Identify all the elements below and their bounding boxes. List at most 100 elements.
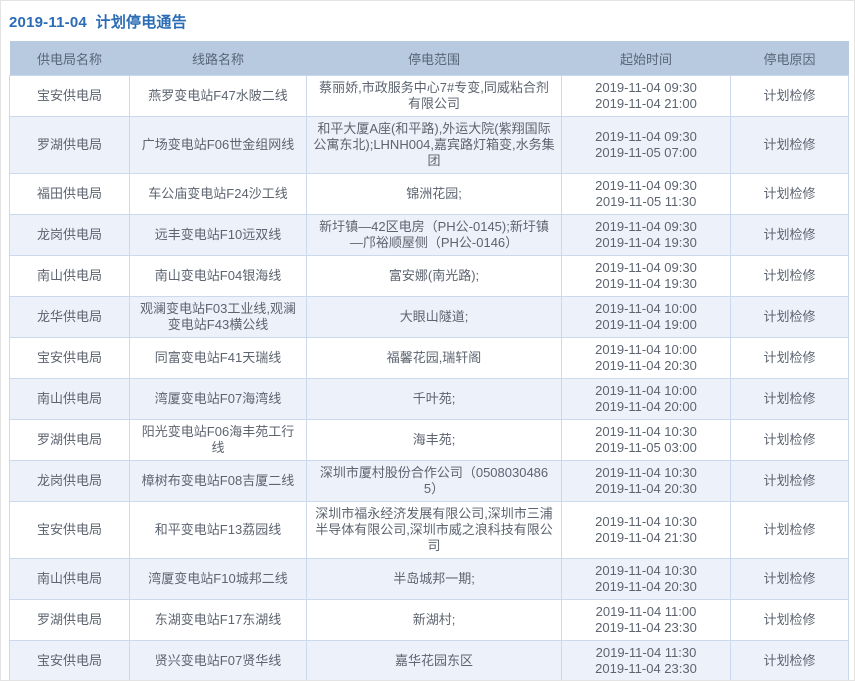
time-start: 2019-11-04 09:30 [568, 219, 724, 235]
table-header-row: 供电局名称 线路名称 停电范围 起始时间 停电原因 [10, 41, 849, 76]
line-cell: 湾厦变电站F07海湾线 [130, 379, 307, 420]
line-cell: 远丰变电站F10远双线 [130, 215, 307, 256]
bureau-cell: 罗湖供电局 [10, 117, 130, 174]
time-cell: 2019-11-04 11:302019-11-04 23:30 [562, 641, 731, 681]
table-row: 龙岗供电局樟树布变电站F08吉厦二线深圳市厦村股份合作公司（0508030486… [10, 461, 849, 502]
bureau-cell: 龙华供电局 [10, 297, 130, 338]
time-cell: 2019-11-04 09:302019-11-04 19:30 [562, 215, 731, 256]
scope-cell: 千叶苑; [307, 379, 562, 420]
bureau-cell: 宝安供电局 [10, 641, 130, 681]
reason-cell: 计划检修 [731, 461, 849, 502]
time-start: 2019-11-04 10:00 [568, 383, 724, 399]
bureau-cell: 南山供电局 [10, 559, 130, 600]
time-end: 2019-11-05 07:00 [568, 145, 724, 161]
line-cell: 观澜变电站F03工业线,观澜变电站F43横公线 [130, 297, 307, 338]
time-end: 2019-11-04 19:30 [568, 276, 724, 292]
scope-cell: 海丰苑; [307, 420, 562, 461]
reason-cell: 计划检修 [731, 174, 849, 215]
reason-cell: 计划检修 [731, 117, 849, 174]
scope-cell: 福馨花园,瑞轩阁 [307, 338, 562, 379]
table-row: 罗湖供电局东湖变电站F17东湖线新湖村;2019-11-04 11:002019… [10, 600, 849, 641]
line-cell: 贤兴变电站F07贤华线 [130, 641, 307, 681]
bureau-cell: 宝安供电局 [10, 338, 130, 379]
bureau-cell: 龙岗供电局 [10, 215, 130, 256]
time-cell: 2019-11-04 09:302019-11-04 21:00 [562, 76, 731, 117]
time-end: 2019-11-04 20:30 [568, 579, 724, 595]
page: 2019-11-04 计划停电通告 供电局名称 线路名称 停电范围 起始时间 停… [0, 0, 855, 681]
time-cell: 2019-11-04 10:302019-11-04 21:30 [562, 502, 731, 559]
column-header-scope: 停电范围 [307, 41, 562, 76]
column-header-time: 起始时间 [562, 41, 731, 76]
time-cell: 2019-11-04 09:302019-11-05 11:30 [562, 174, 731, 215]
scope-cell: 大眼山隧道; [307, 297, 562, 338]
reason-cell: 计划检修 [731, 641, 849, 681]
reason-cell: 计划检修 [731, 559, 849, 600]
time-start: 2019-11-04 10:00 [568, 301, 724, 317]
time-start: 2019-11-04 09:30 [568, 129, 724, 145]
table-row: 福田供电局车公庙变电站F24沙工线锦洲花园;2019-11-04 09:3020… [10, 174, 849, 215]
table-body: 宝安供电局 燕罗变电站F47水陂二线蔡丽娇,市政服务中心7#专变,同威粘合剂有限公… [10, 76, 849, 681]
scope-cell: 嘉华花园东区 [307, 641, 562, 681]
bureau-cell: 龙岗供电局 [10, 461, 130, 502]
time-cell: 2019-11-04 10:302019-11-04 20:30 [562, 559, 731, 600]
scope-cell: 新湖村; [307, 600, 562, 641]
scope-cell: 锦洲花园; [307, 174, 562, 215]
time-start: 2019-11-04 09:30 [568, 80, 724, 96]
bureau-cell: 宝安供电局 [10, 502, 130, 559]
table-row: 宝安供电局贤兴变电站F07贤华线嘉华花园东区2019-11-04 11:3020… [10, 641, 849, 681]
reason-cell: 计划检修 [731, 600, 849, 641]
table-row: 宝安供电局燕罗变电站F47水陂二线蔡丽娇,市政服务中心7#专变,同威粘合剂有限公… [10, 76, 849, 117]
time-end: 2019-11-04 20:00 [568, 399, 724, 415]
table-row: 罗湖供电局广场变电站F06世金组网线和平大厦A座(和平路),外运大院(紫翔国际公… [10, 117, 849, 174]
time-start: 2019-11-04 10:30 [568, 424, 724, 440]
time-start: 2019-11-04 11:00 [568, 604, 724, 620]
line-cell: 和平变电站F13荔园线 [130, 502, 307, 559]
scope-cell: 蔡丽娇,市政服务中心7#专变,同威粘合剂有限公司 [307, 76, 562, 117]
bureau-cell: 罗湖供电局 [10, 420, 130, 461]
page-title: 2019-11-04 计划停电通告 [1, 1, 854, 41]
time-start: 2019-11-04 09:30 [568, 178, 724, 194]
scope-cell: 深圳市福永经济发展有限公司,深圳市三浦半导体有限公司,深圳市威之浪科技有限公司 [307, 502, 562, 559]
column-header-bureau: 供电局名称 [10, 41, 130, 76]
scope-cell: 富安娜(南光路); [307, 256, 562, 297]
time-cell: 2019-11-04 09:302019-11-04 19:30 [562, 256, 731, 297]
line-cell: 湾厦变电站F10城邦二线 [130, 559, 307, 600]
bureau-cell: 福田供电局 [10, 174, 130, 215]
bureau-cell: 南山供电局 [10, 379, 130, 420]
time-end: 2019-11-04 23:30 [568, 620, 724, 636]
line-cell: 阳光变电站F06海丰苑工行线 [130, 420, 307, 461]
line-cell: 同富变电站F41天瑞线 [130, 338, 307, 379]
line-cell: 樟树布变电站F08吉厦二线 [130, 461, 307, 502]
reason-cell: 计划检修 [731, 76, 849, 117]
outage-table: 供电局名称 线路名称 停电范围 起始时间 停电原因 宝安供电局 燕罗变电站F47水… [9, 41, 849, 681]
time-start: 2019-11-04 10:30 [568, 514, 724, 530]
time-end: 2019-11-04 20:30 [568, 358, 724, 374]
time-end: 2019-11-04 19:00 [568, 317, 724, 333]
bureau-cell: 罗湖供电局 [10, 600, 130, 641]
time-start: 2019-11-04 10:30 [568, 465, 724, 481]
time-cell: 2019-11-04 10:302019-11-04 20:30 [562, 461, 731, 502]
table-row: 罗湖供电局阳光变电站F06海丰苑工行线海丰苑;2019-11-04 10:302… [10, 420, 849, 461]
time-cell: 2019-11-04 09:302019-11-05 07:00 [562, 117, 731, 174]
line-cell: 车公庙变电站F24沙工线 [130, 174, 307, 215]
column-header-reason: 停电原因 [731, 41, 849, 76]
line-cell: 东湖变电站F17东湖线 [130, 600, 307, 641]
table-row: 宝安供电局同富变电站F41天瑞线福馨花园,瑞轩阁 2019-11-04 10:00… [10, 338, 849, 379]
time-cell: 2019-11-04 11:002019-11-04 23:30 [562, 600, 731, 641]
time-end: 2019-11-04 21:30 [568, 530, 724, 546]
line-cell: 燕罗变电站F47水陂二线 [130, 76, 307, 117]
time-cell: 2019-11-04 10:002019-11-04 19:00 [562, 297, 731, 338]
time-start: 2019-11-04 10:30 [568, 563, 724, 579]
reason-cell: 计划检修 [731, 338, 849, 379]
time-start: 2019-11-04 10:00 [568, 342, 724, 358]
table-row: 龙华供电局观澜变电站F03工业线,观澜变电站F43横公线大眼山隧道;2019-1… [10, 297, 849, 338]
scope-cell: 新圩镇—42区电房（PH公-0145);新圩镇—邝裕顺屋侧（PH公-0146） [307, 215, 562, 256]
table-row: 南山供电局湾厦变电站F07海湾线千叶苑;2019-11-04 10:002019… [10, 379, 849, 420]
table-row: 南山供电局南山变电站F04银海线富安娜(南光路);2019-11-04 09:3… [10, 256, 849, 297]
time-end: 2019-11-05 11:30 [568, 194, 724, 210]
table-row: 南山供电局湾厦变电站F10城邦二线半岛城邦一期;2019-11-04 10:30… [10, 559, 849, 600]
time-cell: 2019-11-04 10:002019-11-04 20:00 [562, 379, 731, 420]
reason-cell: 计划检修 [731, 256, 849, 297]
column-header-line: 线路名称 [130, 41, 307, 76]
line-cell: 南山变电站F04银海线 [130, 256, 307, 297]
